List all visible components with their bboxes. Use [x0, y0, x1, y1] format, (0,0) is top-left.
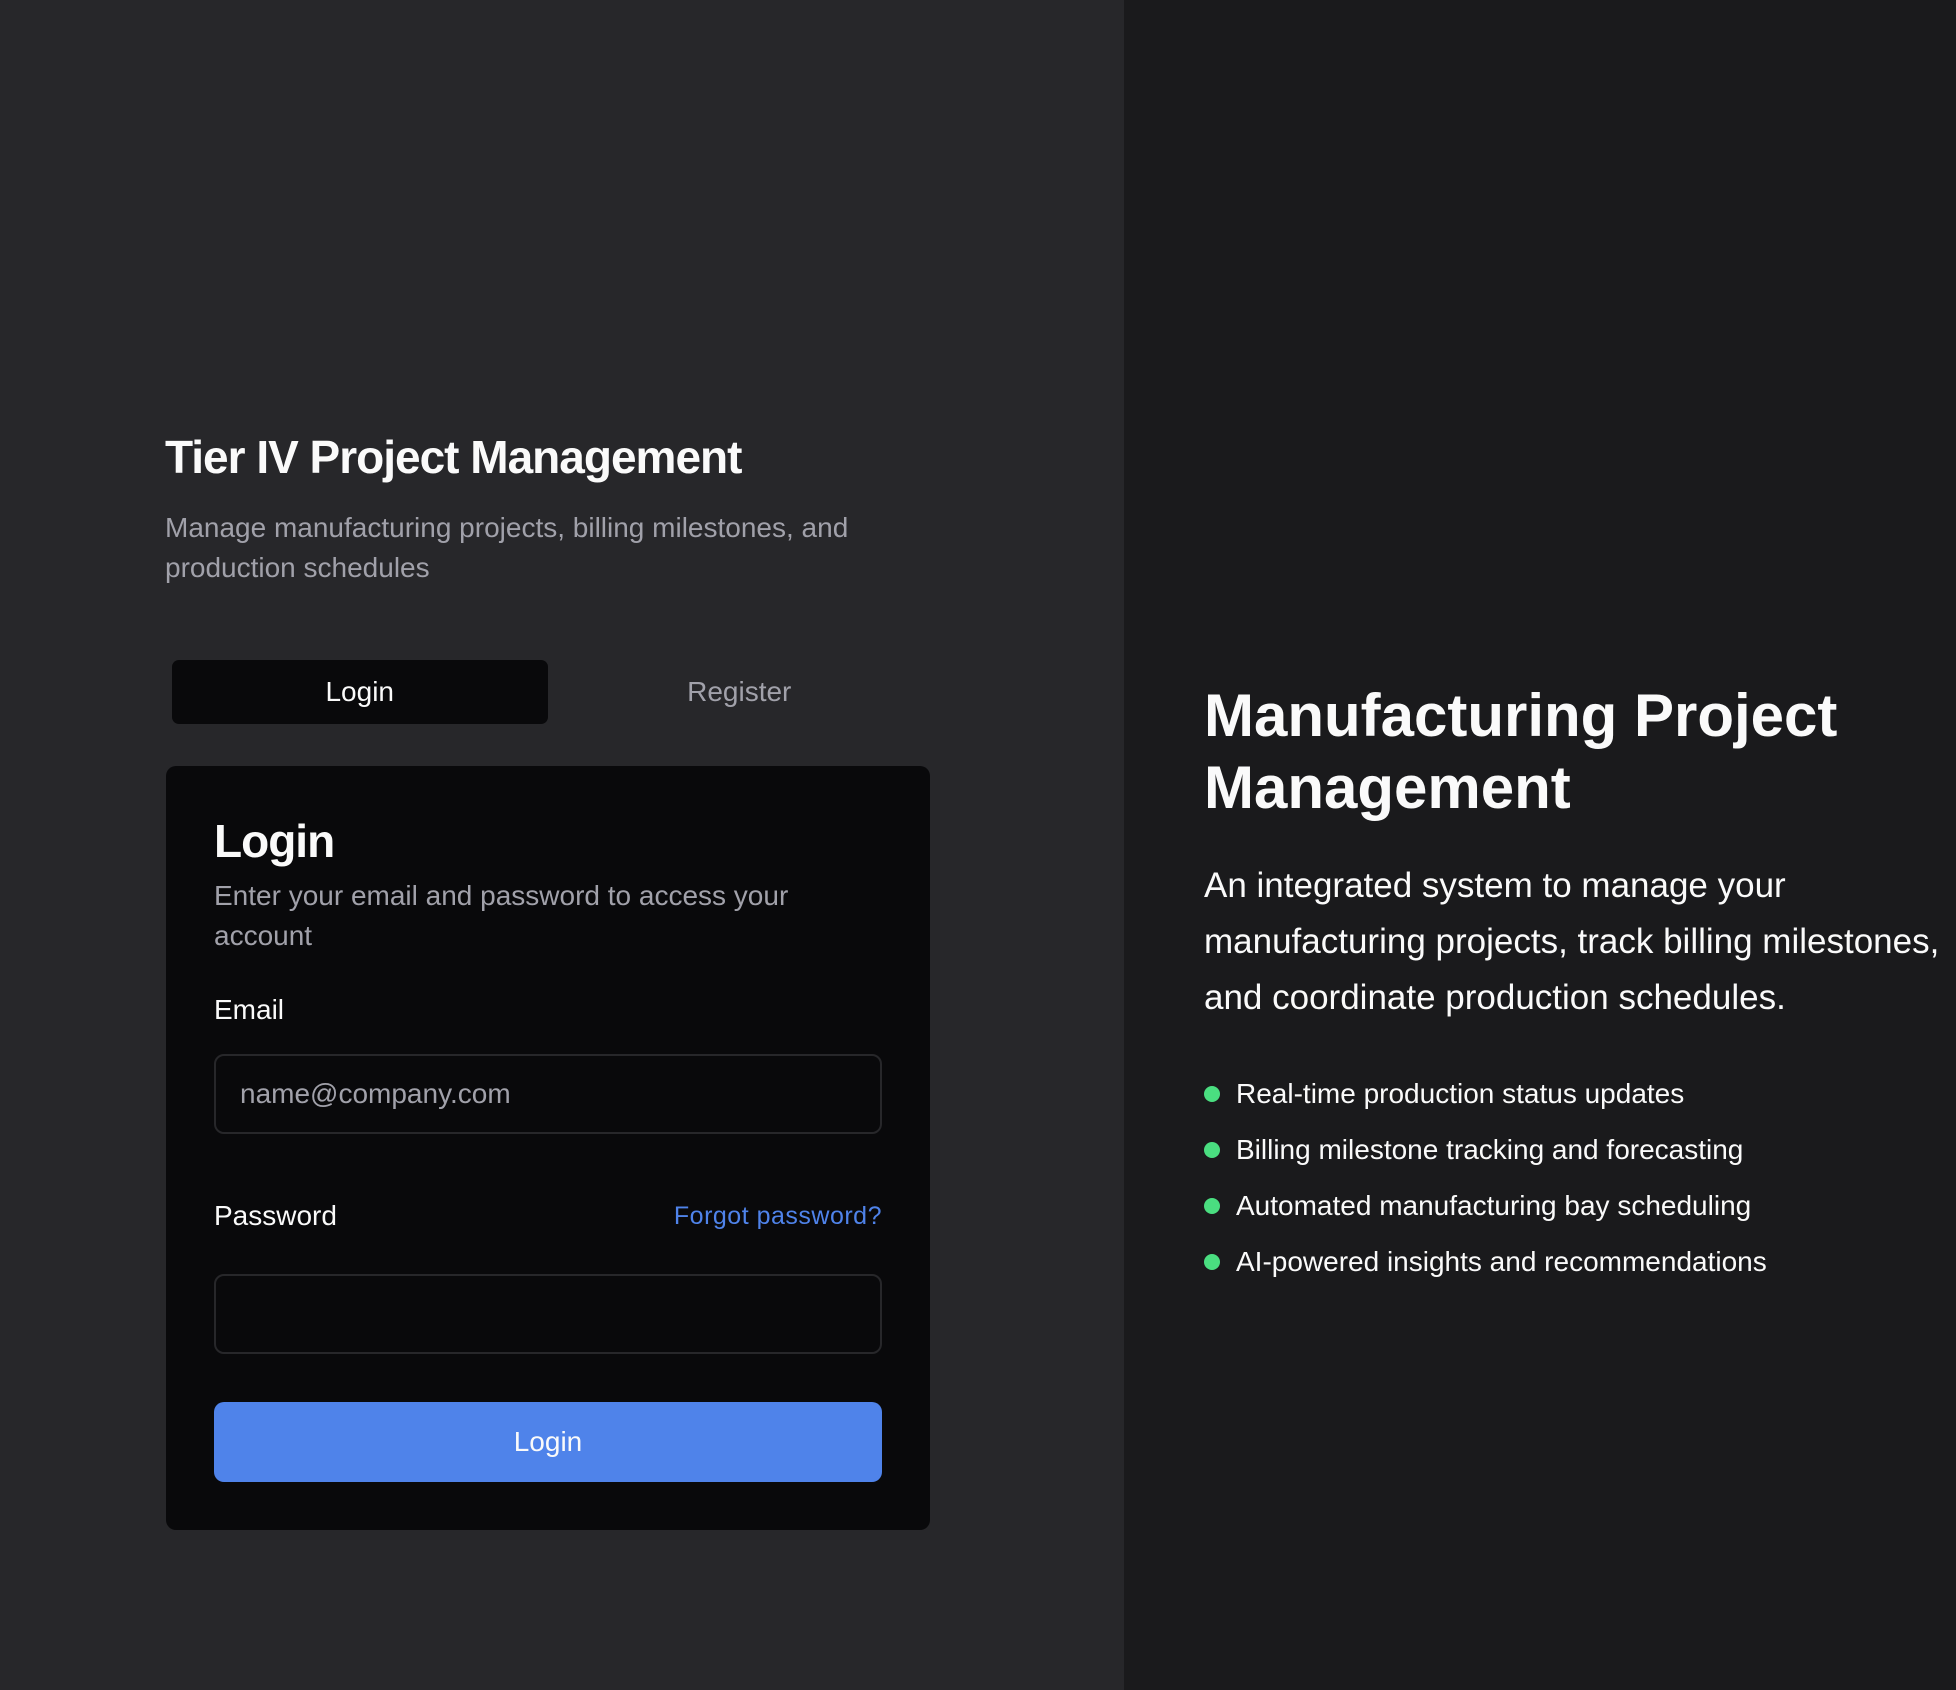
list-item: Real-time production status updates	[1204, 1066, 1767, 1122]
dot-icon	[1204, 1254, 1220, 1270]
password-label: Password	[214, 1200, 337, 1231]
app-title: Tier IV Project Management	[165, 431, 742, 483]
feature-label: Real-time production status updates	[1236, 1078, 1685, 1109]
login-card-description: Enter your email and password to access …	[214, 880, 789, 951]
hero-description: An integrated system to manage your manu…	[1204, 866, 1940, 1017]
app-subtitle: Manage manufacturing projects, billing m…	[165, 512, 849, 583]
auth-page: Tier IV Project Management Manage manufa…	[0, 0, 1956, 1690]
hero-panel: Manufacturing Project Management An inte…	[1124, 0, 1956, 1690]
dot-icon	[1204, 1086, 1220, 1102]
tab-register[interactable]: Register	[552, 656, 928, 728]
login-button[interactable]: Login	[214, 1402, 882, 1482]
feature-list: Real-time production status updates Bill…	[1204, 1066, 1767, 1290]
email-field[interactable]	[214, 1054, 882, 1134]
list-item: Automated manufacturing bay scheduling	[1204, 1178, 1767, 1234]
list-item: AI-powered insights and recommendations	[1204, 1234, 1767, 1290]
feature-label: Automated manufacturing bay scheduling	[1236, 1190, 1752, 1221]
dot-icon	[1204, 1198, 1220, 1214]
feature-label: Billing milestone tracking and forecasti…	[1236, 1134, 1744, 1165]
login-card-title: Login	[214, 815, 335, 867]
login-card: Login Enter your email and password to a…	[166, 766, 930, 1530]
password-field[interactable]	[214, 1274, 882, 1354]
auth-tabs: Login Register	[165, 656, 927, 728]
forgot-password-link[interactable]: Forgot password?	[674, 1202, 882, 1231]
dot-icon	[1204, 1142, 1220, 1158]
hero-title: Manufacturing Project Management	[1204, 682, 1838, 821]
auth-panel: Tier IV Project Management Manage manufa…	[0, 0, 1124, 1690]
list-item: Billing milestone tracking and forecasti…	[1204, 1122, 1767, 1178]
email-label: Email	[214, 994, 285, 1025]
feature-label: AI-powered insights and recommendations	[1236, 1246, 1767, 1277]
tab-login[interactable]: Login	[172, 660, 548, 724]
